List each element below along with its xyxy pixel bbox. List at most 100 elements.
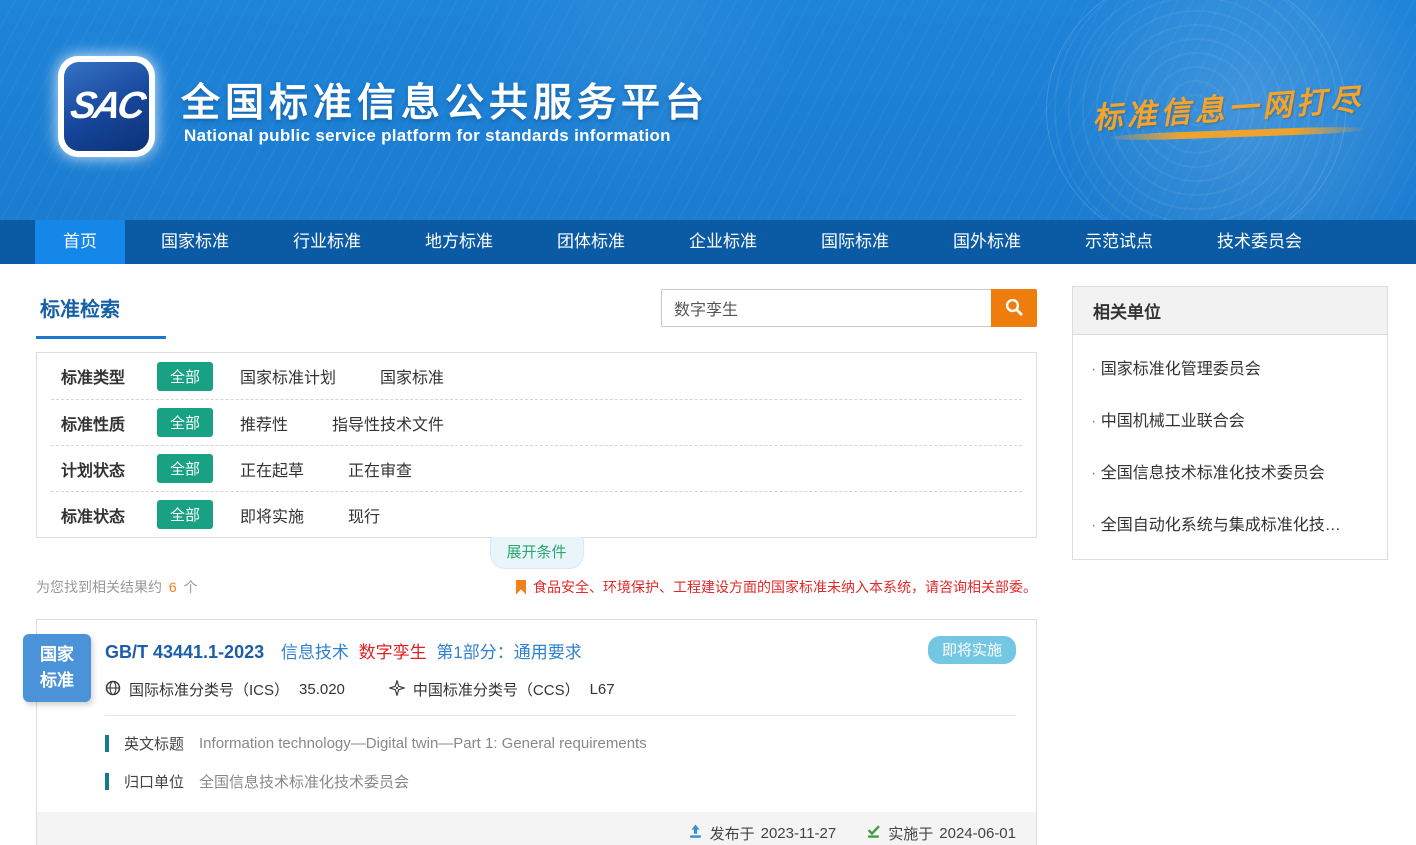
implement-label: 实施于 <box>888 823 933 844</box>
ccs-value: L67 <box>590 681 615 698</box>
results-summary: 为您找到相关结果约 6 个 <box>36 577 198 597</box>
title-highlight: 数字孪生 <box>359 643 427 662</box>
badge-line1: 国家 <box>40 642 74 668</box>
department-value: 全国信息技术标准化技术委员会 <box>199 771 409 792</box>
notice-text: 食品安全、环境保护、工程建设方面的国家标准未纳入本系统，请咨询相关部委。 <box>533 577 1037 597</box>
sac-logo-inner: SAC <box>64 62 149 151</box>
site-title: 全国标准信息公共服务平台 <box>181 72 709 128</box>
filter-row-standard-status: 标准状态 全部 即将实施 现行 <box>51 491 1022 537</box>
filter-option[interactable]: 现行 <box>348 503 380 527</box>
filter-option[interactable]: 国家标准 <box>380 364 444 388</box>
standard-type-badge: 国家 标准 <box>23 634 91 702</box>
implement-date: 2024-06-01 <box>939 825 1016 842</box>
standard-title-link[interactable]: GB/T 43441.1-2023 信息技术 数字孪生 第1部分：通用要求 <box>105 638 582 663</box>
filter-all-badge[interactable]: 全部 <box>157 500 213 529</box>
expand-conditions-button[interactable]: 展开条件 <box>490 537 584 569</box>
filter-row-type: 标准类型 全部 国家标准计划 国家标准 <box>51 353 1022 399</box>
nav-tab-national-standard[interactable]: 国家标准 <box>133 220 257 264</box>
results-row: 为您找到相关结果约 6 个 食品安全、环境保护、工程建设方面的国家标准未纳入本系… <box>36 577 1037 597</box>
summary-prefix: 为您找到相关结果约 <box>36 579 162 595</box>
nav-tab-foreign-standard[interactable]: 国外标准 <box>925 220 1049 264</box>
sac-logo-text: SAC <box>67 85 146 128</box>
notice: 食品安全、环境保护、工程建设方面的国家标准未纳入本系统，请咨询相关部委。 <box>516 577 1037 597</box>
results-count: 6 <box>169 579 177 595</box>
filter-label: 标准性质 <box>61 411 157 435</box>
sidebar-item-it-standardization-committee[interactable]: 全国信息技术标准化技术委员会 <box>1073 445 1387 497</box>
nav-tab-home[interactable]: 首页 <box>35 220 125 264</box>
ics-value: 35.020 <box>299 681 345 698</box>
standard-code: GB/T 43441.1-2023 <box>105 642 264 662</box>
title-segment: 第1部分：通用要求 <box>436 643 581 662</box>
sac-logo[interactable]: SAC <box>58 56 155 157</box>
globe-icon <box>105 680 129 700</box>
search-row: 标准检索 <box>36 285 1037 339</box>
sidebar-item-machinery-federation[interactable]: 中国机械工业联合会 <box>1073 393 1387 445</box>
main-column: 标准检索 标准类型 全部 国家标准计划 国家标准 <box>36 264 1037 845</box>
title-segment: 信息技术 <box>281 643 349 662</box>
sidebar-item-automation-committee[interactable]: 全国自动化系统与集成标准化技… <box>1073 497 1387 549</box>
page-title: 标准检索 <box>36 285 166 339</box>
filter-box: 标准类型 全部 国家标准计划 国家标准 标准性质 全部 推荐性 指导性技术文件 … <box>36 352 1037 538</box>
english-title-row: 英文标题 Information technology—Digital twin… <box>105 733 1016 754</box>
filter-all-badge[interactable]: 全部 <box>157 454 213 483</box>
filter-option[interactable]: 正在起草 <box>240 457 304 481</box>
ics-meta: 国际标准分类号（ICS） 35.020 <box>105 679 345 700</box>
filter-all-badge[interactable]: 全部 <box>157 362 213 391</box>
english-title-label: 英文标题 <box>124 733 184 754</box>
implement-date-item: 实施于 2024-06-01 <box>866 823 1016 844</box>
teal-bar <box>105 773 109 790</box>
english-title-value: Information technology—Digital twin—Part… <box>199 735 647 752</box>
main-nav: 首页 国家标准 行业标准 地方标准 团体标准 企业标准 国际标准 国外标准 示范… <box>0 220 1416 264</box>
publish-date-item: 发布于 2023-11-27 <box>688 823 837 844</box>
nav-tab-pilot[interactable]: 示范试点 <box>1057 220 1181 264</box>
related-units-title: 相关单位 <box>1073 287 1387 335</box>
teal-bar <box>105 735 109 752</box>
search-input[interactable] <box>661 289 991 327</box>
filter-option[interactable]: 国家标准计划 <box>240 364 336 388</box>
publish-icon <box>688 824 710 843</box>
filter-label: 标准类型 <box>61 364 157 388</box>
nav-tab-international-standard[interactable]: 国际标准 <box>793 220 917 264</box>
card-title-row: GB/T 43441.1-2023 信息技术 数字孪生 第1部分：通用要求 即将… <box>105 636 1016 664</box>
nav-tab-industry-standard[interactable]: 行业标准 <box>265 220 389 264</box>
filter-row-plan-status: 计划状态 全部 正在起草 正在审查 <box>51 445 1022 491</box>
compass-icon <box>389 680 413 700</box>
filter-option[interactable]: 指导性技术文件 <box>332 411 444 435</box>
search-box <box>661 289 1037 327</box>
meta-row: 国际标准分类号（ICS） 35.020 中国标准分类号（CCS） L67 <box>105 679 1016 716</box>
department-row: 归口单位 全国信息技术标准化技术委员会 <box>105 771 1016 792</box>
filter-option[interactable]: 正在审查 <box>348 457 412 481</box>
filter-all-badge[interactable]: 全部 <box>157 408 213 437</box>
nav-tab-group-standard[interactable]: 团体标准 <box>529 220 653 264</box>
nav-tab-local-standard[interactable]: 地方标准 <box>397 220 521 264</box>
result-card: 国家 标准 GB/T 43441.1-2023 信息技术 数字孪生 第1部分：通… <box>36 619 1037 845</box>
search-button[interactable] <box>991 289 1037 327</box>
filter-row-nature: 标准性质 全部 推荐性 指导性技术文件 <box>51 399 1022 445</box>
bookmark-icon <box>516 580 526 595</box>
header: SAC 全国标准信息公共服务平台 National public service… <box>0 0 1416 220</box>
department-label: 归口单位 <box>124 771 184 792</box>
site-subtitle: National public service platform for sta… <box>184 126 671 146</box>
related-units-list: 国家标准化管理委员会 中国机械工业联合会 全国信息技术标准化技术委员会 全国自动… <box>1073 335 1387 559</box>
card-footer: 发布于 2023-11-27 实施于 2024-06-01 <box>37 812 1036 845</box>
nav-tab-technical-committee[interactable]: 技术委员会 <box>1189 220 1330 264</box>
publish-date: 2023-11-27 <box>761 825 837 842</box>
summary-suffix: 个 <box>184 579 198 595</box>
card-body: GB/T 43441.1-2023 信息技术 数字孪生 第1部分：通用要求 即将… <box>37 620 1036 794</box>
implement-icon <box>866 824 888 843</box>
status-badge: 即将实施 <box>928 636 1016 664</box>
filter-label: 标准状态 <box>61 503 157 527</box>
ccs-label: 中国标准分类号（CCS） <box>413 679 580 700</box>
ccs-meta: 中国标准分类号（CCS） L67 <box>389 679 615 700</box>
badge-line2: 标准 <box>40 668 74 694</box>
publish-label: 发布于 <box>710 823 755 844</box>
search-icon <box>1004 297 1024 320</box>
filter-label: 计划状态 <box>61 457 157 481</box>
sidebar-item-sac[interactable]: 国家标准化管理委员会 <box>1073 341 1387 393</box>
filter-option[interactable]: 推荐性 <box>240 411 288 435</box>
filter-option[interactable]: 即将实施 <box>240 503 304 527</box>
nav-tab-enterprise-standard[interactable]: 企业标准 <box>661 220 785 264</box>
ics-label: 国际标准分类号（ICS） <box>129 679 289 700</box>
content: 标准检索 标准类型 全部 国家标准计划 国家标准 <box>0 264 1416 845</box>
related-units-panel: 相关单位 国家标准化管理委员会 中国机械工业联合会 全国信息技术标准化技术委员会… <box>1072 286 1388 560</box>
